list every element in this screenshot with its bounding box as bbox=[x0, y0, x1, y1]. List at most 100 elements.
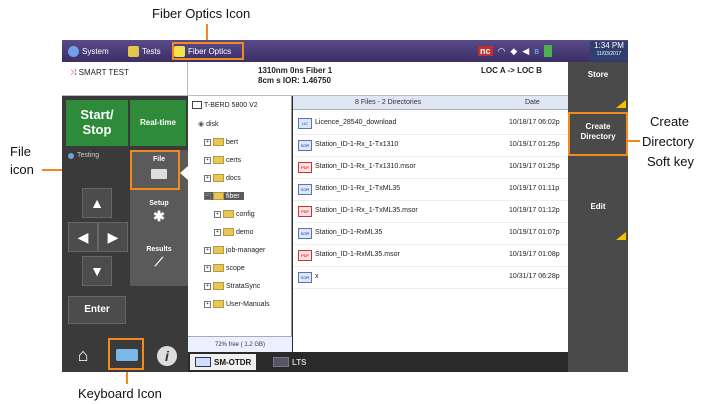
tree-item-label: fiber bbox=[226, 192, 240, 200]
bluetooth-icon: ʙ bbox=[534, 46, 539, 56]
date-column-header[interactable]: Date bbox=[525, 99, 540, 106]
tab-lts[interactable]: LTS bbox=[268, 354, 312, 370]
disk-free-space: 72% free ( 1.2 GB) bbox=[188, 336, 292, 352]
expand-icon: + bbox=[204, 174, 211, 182]
tab-setup[interactable]: Setup ✱ bbox=[132, 200, 186, 236]
realtime-button[interactable]: Real-time bbox=[130, 100, 186, 146]
tab-setup-label: Setup bbox=[149, 200, 169, 207]
file-row[interactable]: SOR Station_ID-1-Rx_1-Tx1310 10/19/17 01… bbox=[293, 134, 568, 157]
collapse-icon: − bbox=[204, 192, 211, 200]
highlight-create-directory bbox=[568, 112, 628, 156]
tab-sm-otdr[interactable]: SM-OTDR bbox=[190, 354, 257, 370]
file-date: 10/19/17 01:25p bbox=[509, 163, 560, 170]
tree-item-label: StrataSync bbox=[226, 282, 261, 290]
start-stop-line1: Start/ bbox=[80, 107, 114, 122]
file-name: Station_ID-1-RxML35 bbox=[315, 229, 383, 236]
tree-item[interactable]: + docs bbox=[204, 174, 241, 182]
folder-icon bbox=[213, 300, 224, 308]
enter-button[interactable]: Enter bbox=[68, 296, 126, 324]
edit-softkey[interactable]: Edit bbox=[570, 202, 626, 232]
home-icon[interactable]: ⌂ bbox=[68, 340, 98, 370]
smart-test-label: ⤨ SMART TEST bbox=[62, 62, 188, 96]
store-softkey[interactable]: Store bbox=[570, 70, 626, 100]
file-row[interactable]: PDF Station_ID-1-Rx_1-Tx1310.msor 10/19/… bbox=[293, 156, 568, 179]
tree-item[interactable]: + scope bbox=[204, 264, 245, 272]
tree-item-label: disk bbox=[206, 120, 219, 128]
file-row[interactable]: SOR x 10/31/17 06:28p bbox=[293, 266, 568, 289]
file-list-header: 8 Files - 2 Directories Date bbox=[293, 96, 568, 110]
file-count-header: 8 Files - 2 Directories bbox=[355, 99, 422, 106]
nav-down-button[interactable]: ▼ bbox=[82, 256, 112, 286]
tree-item-label: certs bbox=[226, 156, 242, 164]
info-glyph: i bbox=[157, 346, 177, 366]
file-date: 10/31/17 06:28p bbox=[509, 273, 560, 280]
nav-up-button[interactable]: ▲ bbox=[82, 188, 112, 218]
tree-item[interactable]: + certs bbox=[204, 156, 241, 164]
tree-item[interactable]: + config bbox=[214, 210, 255, 218]
file-name: x bbox=[315, 273, 319, 280]
tab-system[interactable]: System bbox=[68, 43, 109, 59]
nc-icon: nc bbox=[478, 46, 493, 56]
file-date: 10/19/17 01:08p bbox=[509, 251, 560, 258]
tab-tests-label: Tests bbox=[142, 46, 161, 56]
tab-tests[interactable]: Tests bbox=[128, 43, 161, 59]
smart-test-icon: ⤨ bbox=[70, 68, 77, 77]
tree-item-label: job-manager bbox=[226, 246, 266, 254]
tree-item[interactable]: + demo bbox=[214, 228, 254, 236]
tests-icon bbox=[128, 45, 139, 57]
tree-item[interactable]: + StrataSync bbox=[204, 282, 260, 290]
file-row[interactable]: LIC Licence_28540_download 10/18/17 06:0… bbox=[293, 112, 568, 135]
file-row[interactable]: SOR Station_ID-1-RxML35 10/19/17 01:07p bbox=[293, 222, 568, 245]
testing-indicator: Testing bbox=[68, 152, 99, 159]
tab-results[interactable]: Results ⟋ bbox=[132, 246, 186, 282]
nav-right-button[interactable]: ▶ bbox=[98, 222, 128, 252]
file-row[interactable]: PDF Station_ID-1-RxML35.msor 10/19/17 01… bbox=[293, 244, 568, 267]
file-name: Station_ID-1-Rx_1-Tx1310.msor bbox=[315, 163, 416, 170]
tree-item-label: docs bbox=[226, 174, 241, 182]
file-date: 10/19/17 01:25p bbox=[509, 141, 560, 148]
nav-left-button[interactable]: ◀ bbox=[68, 222, 98, 252]
callout-file-icon-line2: icon bbox=[10, 162, 34, 177]
expand-icon: + bbox=[204, 138, 211, 146]
tree-item-label: demo bbox=[236, 228, 254, 236]
disk-icon: ◉ bbox=[198, 121, 205, 128]
measurement-line2: 8cm s IOR: 1.46750 bbox=[258, 76, 331, 85]
folder-icon bbox=[213, 246, 224, 254]
file-row[interactable]: SOR Station_ID-1-Rx_1-TxML35 10/19/17 01… bbox=[293, 178, 568, 201]
tree-item[interactable]: + User-Manuals bbox=[204, 300, 270, 308]
corner-marker-icon bbox=[616, 232, 626, 240]
tree-item-selected[interactable]: − fiber bbox=[204, 192, 244, 200]
file-date: 10/18/17 06:02p bbox=[509, 119, 560, 126]
callout-create-dir-line1: Create bbox=[650, 114, 690, 129]
tree-item-label: scope bbox=[226, 264, 245, 272]
callout-create-dir-line2: Directory bbox=[642, 134, 695, 149]
tree-item[interactable]: + job-manager bbox=[204, 246, 265, 254]
start-stop-button[interactable]: Start/ Stop bbox=[66, 100, 128, 146]
pdf-file-icon: PDF bbox=[298, 206, 312, 217]
directory-tree: T-BERD 5800 V2 ◉ disk + bert + certs + d… bbox=[188, 96, 292, 336]
folder-icon bbox=[213, 282, 224, 290]
file-name: Station_ID-1-Rx_1-TxML35 bbox=[315, 185, 401, 192]
expand-icon: + bbox=[214, 228, 221, 236]
location-info: LOC A -> LOC B bbox=[481, 66, 542, 75]
expand-icon: + bbox=[214, 210, 221, 218]
gear-icon bbox=[68, 45, 79, 57]
expand-icon: + bbox=[204, 300, 211, 308]
tree-item[interactable]: ◉ disk bbox=[198, 120, 219, 129]
testing-label: Testing bbox=[77, 152, 100, 159]
tree-item[interactable]: T-BERD 5800 V2 bbox=[192, 101, 258, 109]
expand-icon: + bbox=[204, 246, 211, 254]
status-icons: nc ◠ ◆ ◀ ʙ bbox=[478, 42, 552, 60]
license-file-icon: LIC bbox=[298, 118, 312, 129]
testing-dot-icon bbox=[68, 152, 74, 159]
tab-results-label: Results bbox=[146, 246, 172, 253]
info-icon[interactable]: i bbox=[152, 340, 182, 370]
sor-file-icon: SOR bbox=[298, 272, 312, 283]
file-date: 10/19/17 01:07p bbox=[509, 229, 560, 236]
tree-item[interactable]: + bert bbox=[204, 138, 238, 146]
file-row[interactable]: PDF Station_ID-1-Rx_1-TxML35.msor 10/19/… bbox=[293, 200, 568, 223]
chart-icon: ⟋ bbox=[154, 255, 164, 269]
folder-icon bbox=[223, 210, 234, 218]
folder-icon bbox=[213, 264, 224, 272]
callout-leader-keyboard bbox=[126, 370, 128, 384]
